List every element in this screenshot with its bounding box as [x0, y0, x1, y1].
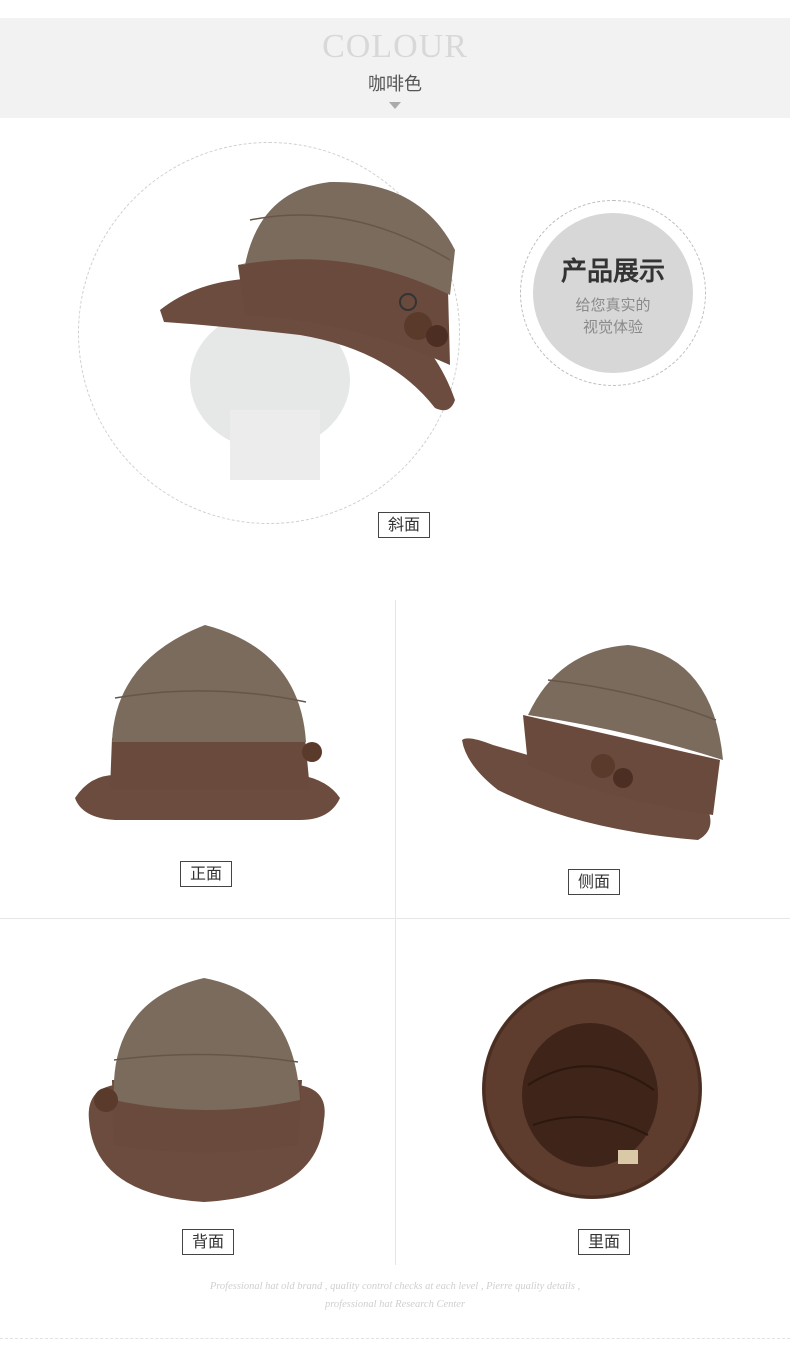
- header-title-cn: 咖啡色: [368, 74, 422, 95]
- label-angle: 斜面: [378, 512, 431, 538]
- hat-angle-photo: [160, 181, 455, 480]
- badge-title: 产品展示: [560, 257, 665, 287]
- label-back: 背面: [182, 1229, 235, 1255]
- hat-inside-photo: [482, 979, 702, 1199]
- hat-front-photo: [75, 625, 340, 820]
- badge-subtitle-2: 视觉体验: [582, 318, 643, 336]
- label-front: 正面: [180, 861, 233, 887]
- header-title-en: COLOUR: [322, 28, 468, 65]
- footer-line-1: Professional hat old brand , quality con…: [209, 1281, 581, 1292]
- footer-line-2: professional hat Research Center: [324, 1299, 466, 1310]
- label-side: 侧面: [568, 869, 621, 895]
- badge-subtitle-1: 给您真实的: [575, 296, 651, 314]
- color-header: COLOUR 咖啡色: [0, 18, 790, 118]
- hat-side-photo: [462, 645, 723, 840]
- grid-divider-horizontal: [0, 918, 790, 919]
- product-display-badge: 产品展示 给您真实的 视觉体验: [533, 213, 693, 373]
- bottom-divider: [0, 1338, 790, 1339]
- down-arrow-icon: [389, 102, 401, 109]
- hat-back-photo: [88, 978, 325, 1202]
- hero-section: 产品展示 给您真实的 视觉体验: [0, 130, 790, 550]
- label-inside: 里面: [578, 1229, 631, 1255]
- grid-divider-vertical: [395, 600, 396, 1265]
